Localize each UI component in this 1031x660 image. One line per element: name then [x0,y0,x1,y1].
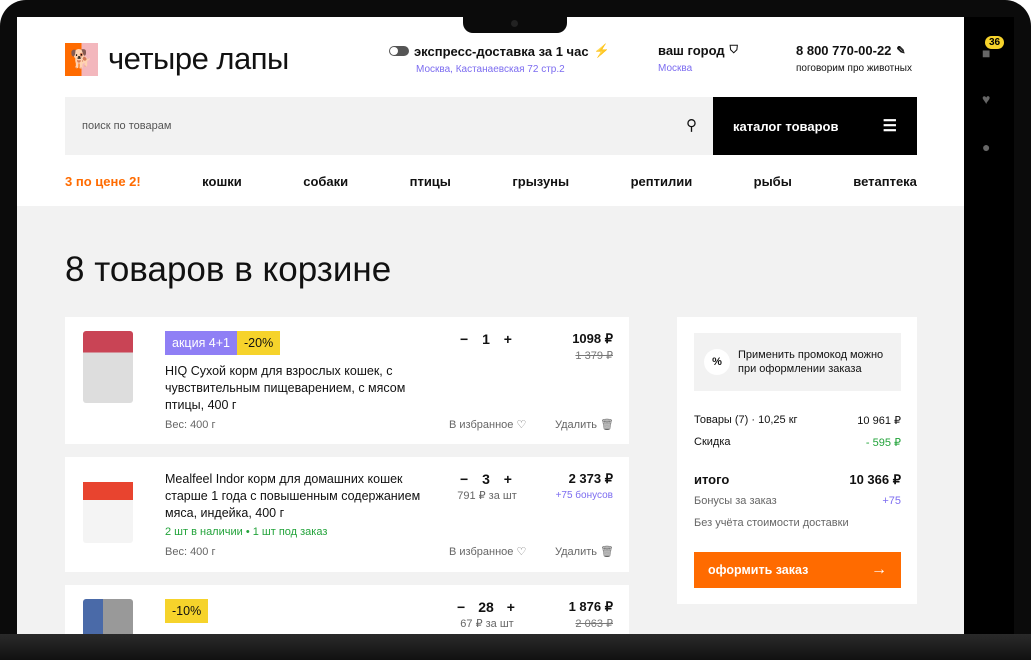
quantity-stepper: −1 + [460,331,512,347]
logo[interactable]: 🐕 четыре лапы [65,41,289,77]
delete-button[interactable]: Удалить 🗑 [555,418,614,431]
search-icon[interactable]: ⚲ [686,116,697,134]
arrow-right-icon: → [871,561,887,578]
product-image[interactable] [83,599,133,634]
product-title[interactable]: HIQ Сухой корм для взрослых кошек, с чув… [165,363,435,414]
checkout-label: оформить заказ [708,563,809,577]
side-panel: ■ 36 ♥ ● [964,17,1014,634]
promo-text: Применить промокод можно при оформлении … [738,349,884,375]
decrease-button[interactable]: − [460,471,468,487]
location-icon: ⛉ [729,44,738,56]
goods-value: 10 961 ₽ [857,415,901,427]
express-toggle[interactable] [389,46,409,56]
cart-count-badge: 36 [985,36,1005,49]
order-summary: % Применить промокод можно при оформлении… [677,317,917,604]
discount-label: Скидка [694,436,731,448]
nav-item-pharmacy[interactable]: ветаптека [853,174,917,189]
nav-item-rodents[interactable]: грызуны [512,174,569,189]
phone-block[interactable]: 8 800 770-00-22 ✎ поговорим про животных [796,43,912,74]
dog-logo-icon: 🐕 [65,42,98,76]
paw-phone-icon: ✎ [896,45,906,57]
bonus-label: Бонусы за заказ [694,495,777,507]
discount-value: - 595 ₽ [865,437,901,449]
logo-text: четыре лапы [108,41,289,76]
product-image[interactable] [83,331,133,403]
bonus: +75 бонусов [555,490,613,501]
discount-tag: -10% [165,599,209,623]
increase-button[interactable]: + [504,331,512,347]
product-title[interactable]: Mealfeel Indor корм для домашних кошек с… [165,471,435,522]
nav-item-birds[interactable]: птицы [410,174,451,189]
quantity-value: 3 [482,471,490,487]
increase-button[interactable]: + [504,471,512,487]
percent-icon: % [704,349,730,375]
camera-notch [463,17,567,33]
cart-item: Mealfeel Indor корм для домашних кошек с… [65,457,629,572]
nav-item-promo[interactable]: 3 по цене 2! [65,174,141,189]
category-nav: 3 по цене 2! кошки собаки птицы грызуны … [65,174,917,189]
delete-button[interactable]: Удалить 🗑 [555,545,614,558]
heart-icon[interactable]: ♥ [982,91,990,107]
price: 1098 ₽ [572,331,613,346]
catalog-label: каталог товаров [733,118,839,134]
goods-label: Товары (7) · 10,25 кг [694,414,798,426]
discount-tag: -20% [237,331,281,355]
total-label: итого [694,472,730,487]
checkout-button[interactable]: оформить заказ → [694,552,901,588]
favorite-button[interactable]: В избранное ♡ [449,545,526,558]
stock-status: 2 шт в наличии • 1 шт под заказ [165,526,328,538]
user-icon[interactable]: ● [982,139,990,155]
price: 2 373 ₽ [568,471,613,486]
quantity-stepper: −28 + [457,599,515,615]
screen: 🐕 четыре лапы экспресс-доставка за 1 час… [17,17,964,634]
menu-icon: ☰ [882,118,897,135]
old-price: 2 063 ₽ [575,618,613,630]
phone-subtitle: поговорим про животных [796,63,912,74]
delivery-address[interactable]: Москва, Кастанаевская 72 стр.2 [416,64,610,75]
increase-button[interactable]: + [507,599,515,615]
delivery-block[interactable]: экспресс-доставка за 1 час ⚡ Москва, Каст… [389,43,610,75]
header: 🐕 четыре лапы экспресс-доставка за 1 час… [17,17,964,206]
nav-item-reptiles[interactable]: рептилии [631,174,693,189]
decrease-button[interactable]: − [460,331,468,347]
decrease-button[interactable]: − [457,599,465,615]
cart-item: акция 4+1 -20% HIQ Сухой корм для взрослы… [65,317,629,444]
favorite-button[interactable]: В избранное ♡ [449,418,526,431]
search-input[interactable]: поиск по товарам ⚲ [65,97,713,155]
phone-number[interactable]: 8 800 770-00-22 [796,43,891,58]
product-image[interactable] [83,471,133,543]
city-title: ваш город [658,43,725,58]
cart-item: -10% −28 + 67 ₽ за шт 1 876 ₽ 2 063 ₽ [65,585,629,634]
promo-tag: акция 4+1 [165,331,238,355]
delivery-note: Без учёта стоимости доставки [694,517,849,529]
product-weight: Вес: 400 г [165,419,216,431]
nav-item-cats[interactable]: кошки [202,174,242,189]
promo-hint: % Применить промокод можно при оформлении… [694,333,901,391]
nav-item-fish[interactable]: рыбы [754,174,792,189]
quantity-stepper: −3 + [460,471,512,487]
lightning-icon: ⚡ [593,43,610,58]
delivery-title: экспресс-доставка за 1 час [414,43,589,59]
quantity-value: 1 [482,331,490,347]
catalog-button[interactable]: каталог товаров ☰ [713,97,917,155]
unit-price: 67 ₽ за шт [460,618,514,630]
quantity-value: 28 [478,599,494,615]
old-price: 1 379 ₽ [575,350,613,362]
device-bottom-bezel [0,634,1031,660]
city-block[interactable]: ваш город ⛉ Москва [658,43,738,74]
unit-price: 791 ₽ за шт [457,490,517,502]
price: 1 876 ₽ [568,599,613,614]
page-title: 8 товаров в корзине [65,250,392,289]
nav-item-dogs[interactable]: собаки [303,174,348,189]
bonus-value: +75 [882,495,901,507]
search-placeholder: поиск по товарам [82,120,172,132]
total-value: 10 366 ₽ [849,472,901,487]
city-name[interactable]: Москва [658,63,738,74]
product-weight: Вес: 400 г [165,546,216,558]
